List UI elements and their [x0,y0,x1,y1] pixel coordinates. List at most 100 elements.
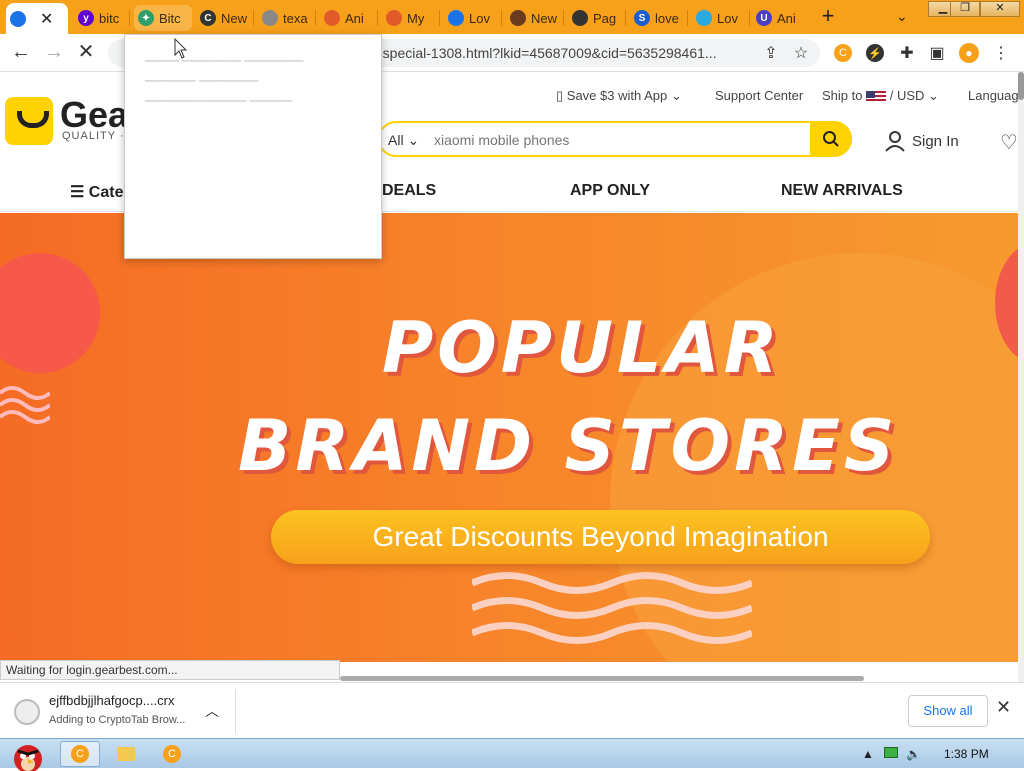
tab-label: love [655,10,679,26]
extensions-puzzle-icon[interactable]: ✚ [896,42,918,64]
banner-subtitle-pill[interactable]: Great Discounts Beyond Imagination [271,510,930,564]
url-text: -special-1308.html?lkid=45687009&cid=563… [378,45,717,61]
tab-label: Bitc [159,10,181,26]
tab-label: Lov [469,10,490,26]
tab-item[interactable]: New [506,5,564,31]
download-progress-icon [14,699,40,725]
horizontal-scrollbar[interactable] [340,676,864,681]
cryptotab-icon: C [200,10,216,26]
tab-item[interactable]: Lov [444,5,502,31]
tab-item[interactable]: S love [630,5,688,31]
bolt-extension-icon[interactable]: ⚡ [864,42,886,64]
start-button[interactable] [2,741,52,771]
save-with-app-link[interactable]: ▯ Save $3 with App ⌄ [556,88,682,104]
nav-new-arrivals[interactable]: NEW ARRIVALS [781,182,903,200]
show-hidden-icons-icon[interactable]: ▲ [862,747,874,761]
tab-label: New [531,10,558,26]
tab-item[interactable]: Lov [692,5,750,31]
search-category-label: All [388,132,404,148]
share-icon[interactable]: ⇪ [760,42,782,64]
language-selector[interactable]: Languag [968,88,1018,103]
u-icon: U [756,10,772,26]
hover-card-domain: ▁▁▁▁▁▁ ▁▁▁▁▁▁▁ [145,70,259,82]
mouse-cursor-icon [174,38,188,59]
tab-search-chevron-icon[interactable]: ⌄ [896,8,908,25]
download-filename[interactable]: ejffbdbjjlhafgocp....crx [49,693,175,708]
side-panel-icon[interactable]: ▣ [926,42,948,64]
tab-item[interactable]: ✦ Bitc [134,5,192,31]
nav-app-only[interactable]: APP ONLY [570,182,650,200]
cryptotab-icon: C [71,745,89,763]
tab-item[interactable]: y bitc [74,5,130,31]
cryptotab-extension-icon[interactable]: C [832,42,854,64]
search-input[interactable] [434,129,804,151]
taskbar-cryptotab-browser[interactable]: C [60,741,100,767]
chevron-down-icon: ⌄ [670,88,682,103]
back-button[interactable]: ← [9,41,33,65]
ship-to-label: Ship to [822,88,863,103]
close-window-button[interactable]: ✕ [980,1,1020,17]
sign-in-link[interactable]: Sign In [884,130,959,152]
tab-item[interactable]: Pag [568,5,626,31]
banner-headline-line2: BRAND STORES [238,405,899,487]
sign-in-label: Sign In [912,132,959,150]
page-icon [572,10,588,26]
show-all-button[interactable]: Show all [908,695,988,727]
tab-label: Ani [345,10,364,26]
nav-deals[interactable]: DEALS [382,182,436,200]
menu-kebab-icon[interactable]: ⋮ [990,42,1012,64]
wave-decoration [472,572,752,644]
us-flag-icon [866,90,887,103]
wave-decoration [0,386,50,424]
tab-label: bitc [99,10,120,26]
search-bar: All ⌄ [378,121,852,157]
new-tab-button[interactable]: + [818,5,838,27]
chevron-up-icon[interactable]: ︿ [205,701,219,721]
anime-icon [324,10,340,26]
restore-button[interactable]: ❐ [950,1,980,17]
profile-avatar-icon[interactable]: ● [958,42,980,64]
taskbar-clock[interactable]: 1:38 PM [944,747,989,761]
face-icon [510,10,526,26]
tab-label: Lov [717,10,738,26]
cryptotab-icon: C [163,745,181,763]
loading-icon [448,10,464,26]
hero-banner[interactable]: POPULAR BRAND STORES Great Discounts Bey… [0,213,1018,662]
gearbest-logo-icon[interactable] [5,97,53,145]
loading-icon [696,10,712,26]
close-download-shelf-icon[interactable]: ✕ [996,697,1011,718]
ship-to-selector[interactable]: Ship to / USD ⌄ [822,88,939,104]
tab-item[interactable]: C New [196,5,254,31]
tab-hover-card: ▁▁▁▁ ▁▁▁▁▁▁▁ ▁▁▁▁▁▁▁ ▁▁▁▁▁▁ ▁▁▁▁▁▁▁ ▁▁▁▁… [124,34,382,259]
categories-menu[interactable]: ☰ Cate [70,182,123,202]
vertical-scroll-thumb[interactable] [1018,72,1024,100]
taskbar-cryptotab-browser-2[interactable]: C [152,741,192,767]
download-status: Adding to CryptoTab Brow... [49,714,186,726]
currency-label: / USD [889,88,925,103]
save-with-app-label: Save $3 with App [566,88,668,103]
tab-item[interactable]: U Ani [752,5,810,31]
search-category-dropdown[interactable]: All ⌄ [388,132,419,149]
vertical-scrollbar[interactable] [1018,72,1024,682]
user-icon [885,131,905,152]
decorative-circle [0,253,100,373]
tab-label: Ani [777,10,796,26]
tab-item[interactable]: texa [258,5,316,31]
search-button[interactable] [810,121,852,157]
taskbar-file-explorer[interactable] [106,741,146,767]
wishlist-heart-icon[interactable]: ♡ [1000,130,1018,155]
close-tab-icon[interactable]: ✕ [40,9,53,29]
tab-item[interactable]: Ani [320,5,378,31]
tab-active[interactable]: ✕ [6,3,68,34]
stop-loading-button[interactable]: ✕ [74,41,98,65]
volume-icon[interactable]: 🔈 [906,747,921,761]
download-shelf: ejffbdbjjlhafgocp....crx Adding to Crypt… [0,682,1024,738]
bookmark-star-icon[interactable]: ☆ [790,42,812,64]
network-icon[interactable] [884,747,898,761]
yahoo-icon: y [78,10,94,26]
support-center-link[interactable]: Support Center [715,88,803,103]
folder-icon [117,747,135,761]
forward-button[interactable]: → [42,41,66,65]
tab-item[interactable]: My [382,5,440,31]
anime-icon [386,10,402,26]
